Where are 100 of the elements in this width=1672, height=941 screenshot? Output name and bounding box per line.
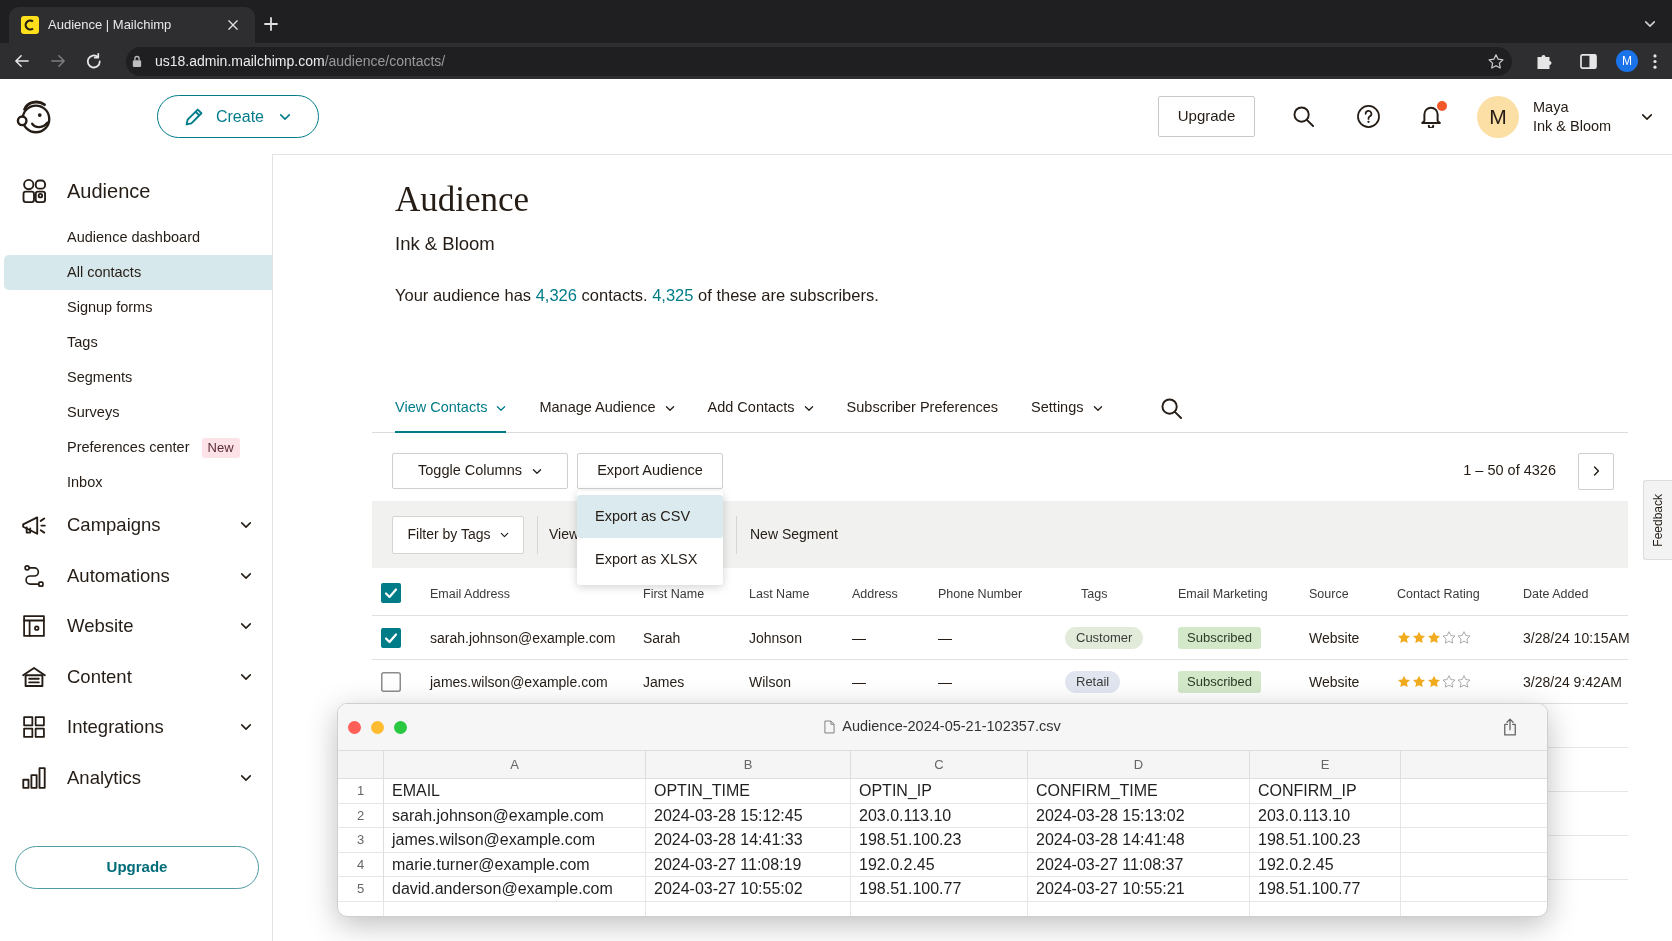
- spreadsheet-cell-text: 198.51.100.77: [859, 879, 962, 899]
- audience-summary: Your audience has 4,326 contacts. 4,325 of these are subscribers.: [395, 285, 879, 306]
- column-letter: C: [934, 755, 944, 774]
- checkbox[interactable]: [381, 671, 401, 692]
- spreadsheet-cell-text: 2024-03-28 15:12:45: [654, 805, 803, 826]
- upgrade-button[interactable]: Upgrade: [1158, 96, 1255, 137]
- pencil-icon: [185, 107, 203, 126]
- star-outline-icon[interactable]: [1488, 53, 1504, 69]
- sidebar-nav-item[interactable]: Automations: [0, 550, 272, 601]
- sidebar-nav-item[interactable]: Analytics: [0, 752, 272, 803]
- grid-icon: [22, 716, 46, 739]
- spreadsheet-cell-text: james.wilson@example.com: [392, 830, 595, 850]
- column-header[interactable]: Address: [852, 586, 898, 601]
- avatar[interactable]: M: [1477, 95, 1519, 138]
- close-light-icon[interactable]: [348, 720, 361, 734]
- tab[interactable]: Manage Audience: [539, 385, 675, 433]
- star-icon: [1427, 675, 1441, 688]
- new-tab-icon[interactable]: [264, 17, 278, 31]
- document-icon: [824, 720, 836, 734]
- sidebar-item[interactable]: Audience dashboard: [4, 220, 272, 255]
- new-segment-link[interactable]: New Segment: [750, 524, 838, 545]
- spreadsheet-cell-text: OPTIN_IP: [859, 781, 932, 801]
- column-header[interactable]: Contact Rating: [1397, 586, 1480, 601]
- sidebar-item[interactable]: Inbox: [4, 465, 272, 500]
- spreadsheet-cell-text: 2024-03-27 11:08:37: [1036, 854, 1184, 875]
- menu-item[interactable]: Export as CSV: [577, 495, 723, 538]
- column-header[interactable]: First Name: [643, 586, 705, 601]
- filter-by-tags-button[interactable]: Filter by Tags: [392, 515, 524, 554]
- spreadsheet-cell-text: EMAIL: [392, 781, 440, 801]
- sidebar-nav-item[interactable]: Website: [0, 601, 272, 652]
- tab[interactable]: Settings: [1031, 385, 1103, 433]
- column-header[interactable]: Email Address: [430, 586, 510, 601]
- row-number: 1: [356, 782, 365, 801]
- row-number: 5: [356, 880, 365, 899]
- sidebar-item[interactable]: Preferences center New: [4, 430, 272, 465]
- sidebar-item[interactable]: Signup forms: [4, 290, 272, 325]
- window-title: Audience-2024-05-21-102357.csv: [842, 717, 1061, 737]
- tab[interactable]: View Contacts: [395, 385, 507, 433]
- sidebar-item[interactable]: All contacts: [4, 255, 272, 290]
- count-link[interactable]: 4,325: [652, 286, 694, 304]
- tab[interactable]: Subscriber Preferences: [846, 385, 999, 433]
- column-letter: A: [510, 755, 519, 774]
- spreadsheet-cell-text: CONFIRM_TIME: [1036, 781, 1158, 801]
- back-arrow-icon[interactable]: [14, 54, 30, 68]
- sidebar-item[interactable]: Tags: [4, 325, 272, 360]
- sidebar-nav-item[interactable]: Campaigns: [0, 500, 272, 551]
- profile-avatar[interactable]: M: [1616, 50, 1638, 72]
- chevron-down-icon: [279, 112, 291, 121]
- column-header[interactable]: Tags: [1081, 586, 1108, 601]
- sidebar-nav-item[interactable]: Content: [0, 651, 272, 702]
- reload-icon[interactable]: [86, 53, 102, 69]
- share-icon[interactable]: [1503, 718, 1517, 736]
- column-header[interactable]: Last Name: [749, 586, 810, 601]
- tag-pill: Customer: [1065, 626, 1144, 649]
- spreadsheet-cell-text: 203.0.113.10: [859, 805, 952, 826]
- more-options-icon[interactable]: [1653, 53, 1657, 69]
- feedback-tab[interactable]: Feedback: [1643, 480, 1672, 560]
- search-icon[interactable]: [1160, 397, 1182, 419]
- star-icon: [1397, 675, 1411, 688]
- column-header[interactable]: Email Marketing: [1178, 586, 1268, 601]
- menu-item[interactable]: Export as XLSX: [577, 538, 723, 581]
- sidebar-heading[interactable]: Audience: [0, 172, 272, 210]
- tab[interactable]: Add Contacts: [707, 385, 814, 433]
- checkbox[interactable]: [381, 627, 401, 648]
- browser-tab[interactable]: Audience | Mailchimp: [9, 7, 255, 43]
- row-number: 3: [356, 831, 365, 850]
- table-cell: —: [938, 629, 952, 646]
- column-header[interactable]: Phone Number: [938, 586, 1023, 601]
- url-text: us18.admin.mailchimp.com/audience/contacts/: [155, 51, 447, 71]
- column-letter: D: [1133, 755, 1144, 774]
- caret-icon: [803, 404, 814, 412]
- address-bar[interactable]: us18.admin.mailchimp.com/audience/contacts/: [126, 46, 1512, 76]
- sidebar-item[interactable]: Segments: [4, 360, 272, 395]
- table-cell: James: [643, 673, 685, 690]
- spreadsheet-cell-text: CONFIRM_IP: [1258, 781, 1357, 801]
- sidebar-item[interactable]: Surveys: [4, 395, 272, 430]
- side-panel-icon[interactable]: [1580, 53, 1597, 69]
- search-icon[interactable]: [1293, 106, 1314, 127]
- close-icon[interactable]: [228, 20, 238, 30]
- table-cell: james.wilson@example.com: [430, 673, 608, 690]
- star-icon: [1427, 631, 1441, 644]
- puzzle-icon[interactable]: [1536, 53, 1552, 69]
- toggle-columns-button[interactable]: Toggle Columns: [392, 453, 568, 489]
- checkbox[interactable]: [381, 582, 401, 603]
- sidebar-nav-item[interactable]: Integrations: [0, 702, 272, 753]
- bar-chart-icon: [22, 766, 46, 789]
- column-letter: E: [1320, 755, 1330, 774]
- count-link[interactable]: 4,326: [535, 286, 577, 304]
- column-header[interactable]: Source: [1309, 586, 1349, 601]
- spreadsheet-cell-text: 198.51.100.23: [859, 830, 962, 850]
- bell-icon[interactable]: [1421, 105, 1441, 128]
- help-icon[interactable]: [1357, 105, 1380, 128]
- star-icon: [1457, 675, 1471, 688]
- forward-arrow-icon[interactable]: [50, 54, 66, 68]
- chevron-down-icon[interactable]: [1641, 112, 1653, 121]
- spreadsheet-cell-text: 198.51.100.77: [1258, 879, 1361, 899]
- user-name: Maya: [1533, 97, 1570, 117]
- spreadsheet-cell-text: 192.0.2.45: [859, 854, 935, 875]
- column-header[interactable]: Date Added: [1523, 586, 1589, 601]
- export-audience-button[interactable]: Export Audience: [577, 453, 723, 489]
